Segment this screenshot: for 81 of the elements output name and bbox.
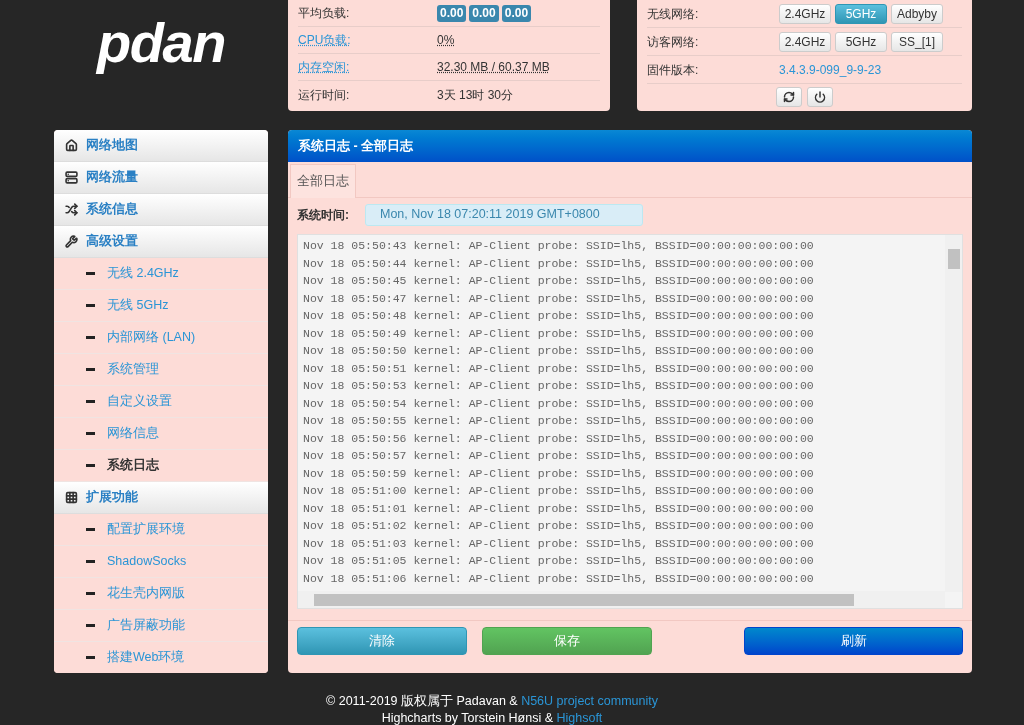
log-line: Nov 18 05:51:02 kernel: AP-Client probe: SSID=lh5, BSSID=00:00:00:00:00:00 — [303, 518, 815, 534]
logo: pdan — [96, 10, 226, 76]
dash-icon — [86, 656, 95, 659]
vertical-scrollbar[interactable] — [945, 235, 962, 592]
load-badge: 0.00 — [469, 4, 499, 22]
action-button[interactable]: 保存 — [482, 627, 652, 655]
toggle-button[interactable]: Adbyby — [891, 3, 943, 24]
sidebar-section[interactable]: 高级设置 — [54, 226, 268, 258]
dash-icon — [86, 368, 95, 371]
log-textarea[interactable] — [297, 234, 963, 609]
load-badge: 0.00 — [437, 4, 467, 22]
power-button[interactable] — [807, 87, 833, 107]
network-label: 固件版本: — [647, 61, 700, 79]
dash-icon — [86, 528, 95, 531]
toggle-button[interactable]: 5GHz — [835, 31, 887, 52]
log-line: Nov 18 05:51:06 kernel: AP-Client probe: SSID=lh5, BSSID=00:00:00:00:00:00 — [303, 570, 815, 587]
log-line: Nov 18 05:50:44 kernel: AP-Client probe: SSID=lh5, BSSID=00:00:00:00:00:00 — [303, 255, 815, 272]
dash-icon — [86, 624, 95, 627]
log-line: Nov 18 05:50:57 kernel: AP-Client probe: SSID=lh5, BSSID=00:00:00:00:00:00 — [303, 448, 815, 464]
action-button[interactable]: 刷新 — [744, 627, 963, 655]
toggle-button[interactable]: 2.4GHz — [779, 3, 831, 24]
status-label: 平均负载: — [298, 5, 351, 22]
sidebar-section[interactable]: 网络地图 — [54, 130, 268, 162]
log-line: Nov 18 05:50:53 kernel: AP-Client probe: SSID=lh5, BSSID=00:00:00:00:00:00 — [303, 378, 815, 394]
dash-icon — [86, 304, 95, 307]
log-line: Nov 18 05:51:03 kernel: AP-Client probe: SSID=lh5, BSSID=00:00:00:00:00:00 — [303, 535, 815, 552]
network-label: 访客网络: — [647, 33, 700, 51]
status-label[interactable]: 内存空闲: — [298, 58, 437, 76]
firmware-link[interactable]: 3.4.3.9-099_9-9-23 — [779, 60, 882, 79]
panel-title: 系统日志 - 全部日志 — [298, 137, 414, 155]
dash-icon — [86, 336, 95, 339]
dash-icon — [86, 464, 95, 467]
footer-text: Highcharts by Torstein Hønsi & Highsoft — [381, 710, 603, 725]
log-line: Nov 18 05:50:49 kernel: AP-Client probe: SSID=lh5, BSSID=00:00:00:00:00:00 — [303, 325, 815, 342]
shuffle-icon — [65, 203, 78, 216]
log-line: Nov 18 05:50:51 kernel: AP-Client probe: SSID=lh5, BSSID=00:00:00:00:00:00 — [303, 360, 815, 377]
reboot-button[interactable] — [776, 87, 802, 107]
sidebar-section[interactable]: 系统信息 — [54, 194, 268, 226]
log-line: Nov 18 05:51:00 kernel: AP-Client probe: SSID=lh5, BSSID=00:00:00:00:00:00 — [303, 483, 815, 499]
log-tab[interactable]: 全部日志 — [290, 164, 356, 198]
wrench-icon — [65, 235, 78, 248]
dash-icon — [86, 272, 95, 275]
dash-icon — [86, 432, 95, 435]
action-button[interactable]: 清除 — [297, 627, 467, 655]
log-line: Nov 18 05:50:59 kernel: AP-Client probe: SSID=lh5, BSSID=00:00:00:00:00:00 — [303, 465, 815, 482]
dash-icon — [86, 560, 95, 563]
time-label: 系统时间: — [297, 206, 349, 224]
log-line: Nov 18 05:50:55 kernel: AP-Client probe: SSID=lh5, BSSID=00:00:00:00:00:00 — [303, 413, 815, 429]
home-icon — [65, 139, 78, 152]
log-line: Nov 18 05:50:48 kernel: AP-Client probe: SSID=lh5, BSSID=00:00:00:00:00:00 — [303, 308, 815, 324]
toggle-button[interactable]: 2.4GHz — [779, 31, 831, 52]
footer-text: © 2011-2019 版权属于 Padavan & N56U project community — [326, 693, 658, 710]
sidebar-section[interactable]: 网络流量 — [54, 162, 268, 194]
time-field: Mon, Nov 18 07:20:11 2019 GMT+0800 — [365, 203, 643, 226]
log-line: Nov 18 05:50:47 kernel: AP-Client probe: SSID=lh5, BSSID=00:00:00:00:00:00 — [303, 290, 815, 307]
log-line: Nov 18 05:50:45 kernel: AP-Client probe: SSID=lh5, BSSID=00:00:00:00:00:00 — [303, 273, 815, 289]
list-icon — [65, 171, 78, 184]
log-line: Nov 18 05:50:56 kernel: AP-Client probe: SSID=lh5, BSSID=00:00:00:00:00:00 — [303, 430, 815, 447]
footer-link[interactable]: N56U project community — [521, 694, 658, 708]
power-icon — [814, 91, 826, 103]
grid-icon — [65, 491, 78, 504]
status-value: 32.30 MB / 60.37 MB — [437, 59, 550, 76]
network-label: 无线网络: — [647, 5, 700, 23]
log-line: Nov 18 05:51:05 kernel: AP-Client probe: SSID=lh5, BSSID=00:00:00:00:00:00 — [303, 553, 815, 569]
dash-icon — [86, 400, 95, 403]
status-label[interactable]: CPU负载: — [298, 31, 437, 49]
status-value: 0% — [437, 32, 455, 49]
log-line: Nov 18 05:50:50 kernel: AP-Client probe: SSID=lh5, BSSID=00:00:00:00:00:00 — [303, 343, 815, 359]
footer-link[interactable]: Highsoft — [556, 711, 603, 725]
sidebar-section[interactable]: 扩展功能 — [54, 482, 268, 514]
toggle-button[interactable]: 5GHz — [835, 3, 887, 24]
log-line: Nov 18 05:51:01 kernel: AP-Client probe: SSID=lh5, BSSID=00:00:00:00:00:00 — [303, 500, 815, 517]
log-line: Nov 18 05:50:54 kernel: AP-Client probe: SSID=lh5, BSSID=00:00:00:00:00:00 — [303, 395, 815, 412]
toggle-button[interactable]: SS_[1] — [891, 31, 943, 52]
horizontal-scrollbar[interactable] — [298, 591, 945, 608]
refresh-icon — [783, 91, 795, 103]
status-value: 3天 13时 30分 — [437, 86, 514, 104]
log-line: Nov 18 05:50:43 kernel: AP-Client probe: SSID=lh5, BSSID=00:00:00:00:00:00 — [303, 238, 815, 254]
dash-icon — [86, 592, 95, 595]
status-label: 运行时间: — [298, 86, 351, 104]
load-badge: 0.00 — [501, 4, 532, 22]
